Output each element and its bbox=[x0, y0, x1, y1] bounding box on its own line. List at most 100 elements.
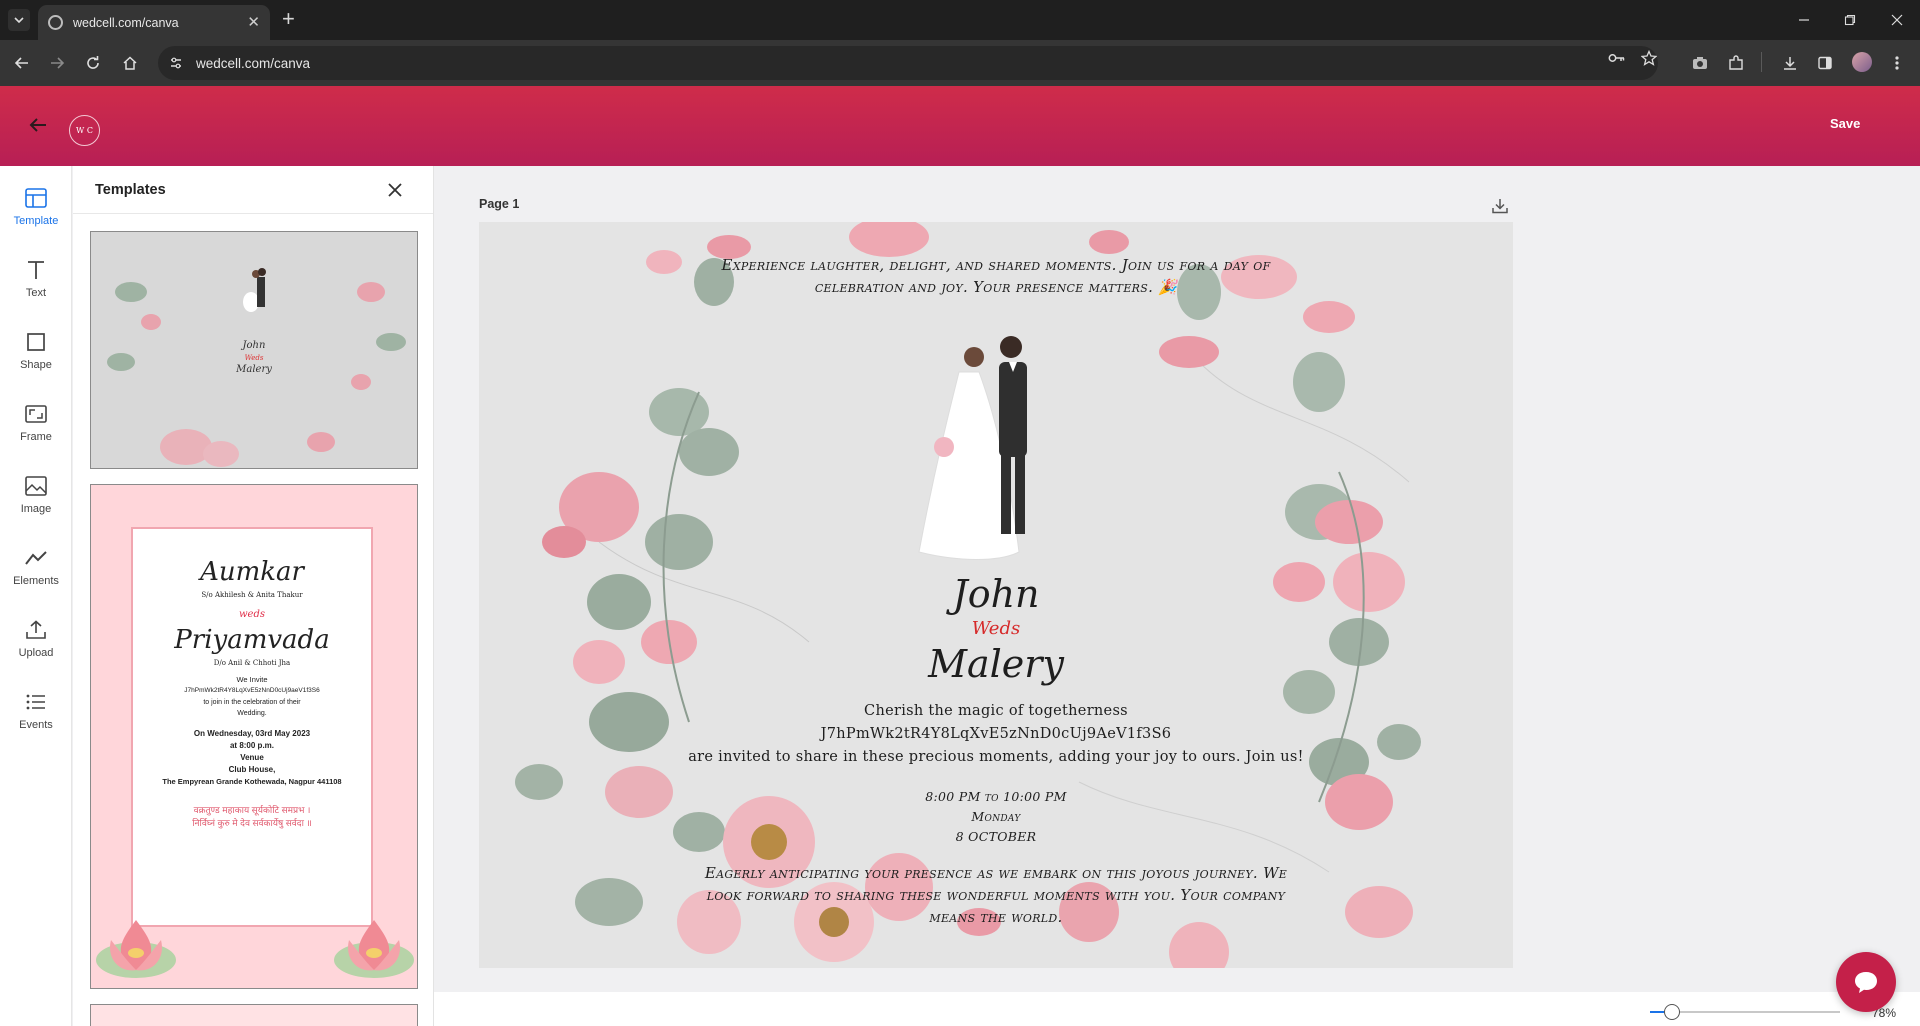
profile-avatar[interactable] bbox=[1852, 52, 1872, 72]
rail-label: Upload bbox=[18, 647, 54, 659]
panel-divider bbox=[433, 166, 434, 1026]
template2-weds: weds bbox=[238, 609, 265, 620]
rail-label: Events bbox=[19, 719, 53, 731]
rail-item-image[interactable]: Image bbox=[0, 470, 72, 532]
restore-icon[interactable] bbox=[1840, 10, 1860, 30]
chat-bubble-icon bbox=[1855, 972, 1877, 993]
app-header: W C Save bbox=[0, 86, 1920, 166]
invitation-line1[interactable]: Cherish the magic of togetherness bbox=[479, 700, 1513, 722]
template2-groom: Aumkar bbox=[200, 557, 304, 587]
template2-date: On Wednesday, 03rd May 2023 bbox=[193, 729, 311, 738]
invitation-intro[interactable]: Experience laughter, delight, and shared… bbox=[479, 254, 1513, 298]
chat-button[interactable] bbox=[1836, 952, 1896, 1012]
invitation-code[interactable]: J7hPmWk2tR4Y8LqXvE5zNnD0cUj9AeV1f3S6 bbox=[479, 723, 1513, 745]
invitation-day[interactable]: Monday bbox=[479, 807, 1513, 827]
template-thumbnail[interactable]: John Weds Malery bbox=[90, 231, 418, 469]
template-icon bbox=[24, 186, 48, 210]
template2-invite-line1: We Invite bbox=[236, 675, 268, 684]
rail-label: Image bbox=[20, 503, 52, 515]
forward-icon[interactable] bbox=[45, 51, 69, 75]
close-tab-icon[interactable]: ✕ bbox=[247, 15, 260, 30]
tab-search-button[interactable] bbox=[8, 9, 30, 31]
frame-icon bbox=[24, 402, 48, 426]
template2-invite-line2: to join in the celebration of their bbox=[203, 699, 301, 706]
tool-rail: Template Text Shape Frame Image Elements bbox=[0, 166, 72, 1026]
browser-tab-bar: wedcell.com/canva ✕ + bbox=[0, 0, 1920, 40]
extensions-icon[interactable] bbox=[1726, 53, 1746, 73]
elements-icon bbox=[24, 546, 48, 570]
rail-item-frame[interactable]: Frame bbox=[0, 398, 72, 460]
rail-label: Frame bbox=[20, 431, 52, 443]
browser-tab[interactable]: wedcell.com/canva ✕ bbox=[38, 5, 270, 40]
template2-groom-parents: S/o Akhilesh & Anita Thakur bbox=[201, 591, 303, 599]
bottom-bar bbox=[434, 992, 1920, 1026]
panel-title: Templates bbox=[95, 182, 166, 198]
image-icon bbox=[24, 474, 48, 498]
camera-icon[interactable] bbox=[1690, 53, 1710, 73]
bookmark-star-icon[interactable] bbox=[1640, 49, 1658, 67]
invitation-bride[interactable]: Malery bbox=[479, 642, 1513, 686]
template2-card: Aumkar S/o Akhilesh & Anita Thakur weds … bbox=[131, 527, 373, 927]
couple-illustration bbox=[918, 336, 1027, 560]
invitation-date[interactable]: 8 OCTOBER bbox=[479, 827, 1513, 847]
template2-bride: Priyamvada bbox=[174, 625, 330, 655]
invitation-canvas[interactable]: Experience laughter, delight, and shared… bbox=[479, 222, 1513, 968]
template-thumbnail[interactable] bbox=[90, 1004, 418, 1026]
site-info-icon[interactable] bbox=[168, 55, 184, 71]
template2-invite-code: J7hPmWk2tR4Y8LqXvE5zNnD0cUj9aeV1f3S6 bbox=[184, 687, 320, 694]
minimize-icon[interactable] bbox=[1794, 10, 1814, 30]
downloads-icon[interactable] bbox=[1780, 53, 1800, 73]
templates-panel: Templates John Weds Malery Aumkar S/o Ak… bbox=[73, 166, 433, 1026]
address-bar[interactable]: wedcell.com/canva bbox=[158, 46, 1658, 80]
invitation-closing[interactable]: Eagerly anticipating your presence as we… bbox=[479, 862, 1513, 928]
browser-toolbar: wedcell.com/canva bbox=[0, 40, 1920, 86]
close-icon[interactable] bbox=[387, 182, 405, 200]
rail-item-text[interactable]: Text bbox=[0, 254, 72, 316]
rail-item-elements[interactable]: Elements bbox=[0, 542, 72, 604]
invitation-line2[interactable]: are invited to share in these precious m… bbox=[479, 746, 1513, 768]
template1-groom: John bbox=[242, 340, 266, 351]
chevron-down-icon bbox=[14, 17, 24, 24]
template-thumbnail[interactable]: Aumkar S/o Akhilesh & Anita Thakur weds … bbox=[90, 484, 418, 989]
templates-panel-header: Templates bbox=[73, 166, 433, 214]
url-text: wedcell.com/canva bbox=[196, 55, 311, 71]
rail-label: Text bbox=[25, 287, 47, 299]
template1-weds: Weds bbox=[244, 354, 264, 362]
toolbar-divider bbox=[1761, 52, 1762, 72]
page-label: Page 1 bbox=[479, 197, 520, 211]
rail-item-template[interactable]: Template bbox=[0, 182, 72, 244]
home-icon[interactable] bbox=[118, 51, 142, 75]
save-button[interactable]: Save bbox=[1830, 116, 1860, 131]
side-panel-icon[interactable] bbox=[1815, 53, 1835, 73]
back-icon[interactable] bbox=[10, 51, 34, 75]
rail-item-events[interactable]: Events bbox=[0, 686, 72, 748]
template2-shloka2: निर्विघ्नं कुरु मे देव सर्वकार्येषु सर्व… bbox=[192, 818, 312, 828]
upload-icon bbox=[24, 618, 48, 642]
invitation-groom[interactable]: John bbox=[479, 572, 1513, 616]
back-arrow-icon[interactable] bbox=[26, 113, 50, 137]
shape-icon bbox=[24, 330, 48, 354]
globe-icon bbox=[48, 15, 63, 30]
template2-time: at 8:00 p.m. bbox=[229, 741, 274, 750]
template1-bride: Malery bbox=[236, 364, 272, 375]
template2-invite-line3: Wedding. bbox=[237, 710, 267, 717]
reload-icon[interactable] bbox=[81, 51, 105, 75]
invitation-weds[interactable]: Weds bbox=[479, 618, 1513, 640]
invitation-time[interactable]: 8:00 PM to 10:00 PM bbox=[479, 787, 1513, 807]
wedcell-logo[interactable]: W C bbox=[69, 115, 100, 146]
tab-title: wedcell.com/canva bbox=[73, 15, 179, 30]
download-icon[interactable] bbox=[1490, 196, 1510, 216]
rail-label: Shape bbox=[20, 359, 52, 371]
close-window-icon[interactable] bbox=[1887, 10, 1907, 30]
new-tab-button[interactable]: + bbox=[282, 8, 295, 30]
zoom-slider-handle[interactable] bbox=[1664, 1004, 1680, 1020]
events-icon bbox=[24, 690, 48, 714]
key-icon[interactable] bbox=[1608, 49, 1626, 67]
rail-label: Template bbox=[13, 215, 59, 227]
rail-label: Elements bbox=[13, 575, 59, 587]
template2-venue-address: The Empyrean Grande Kothewada, Nagpur 44… bbox=[162, 777, 342, 786]
rail-item-upload[interactable]: Upload bbox=[0, 614, 72, 676]
rail-item-shape[interactable]: Shape bbox=[0, 326, 72, 388]
lotus-illustration bbox=[96, 920, 414, 978]
kebab-menu-icon[interactable] bbox=[1887, 53, 1907, 73]
